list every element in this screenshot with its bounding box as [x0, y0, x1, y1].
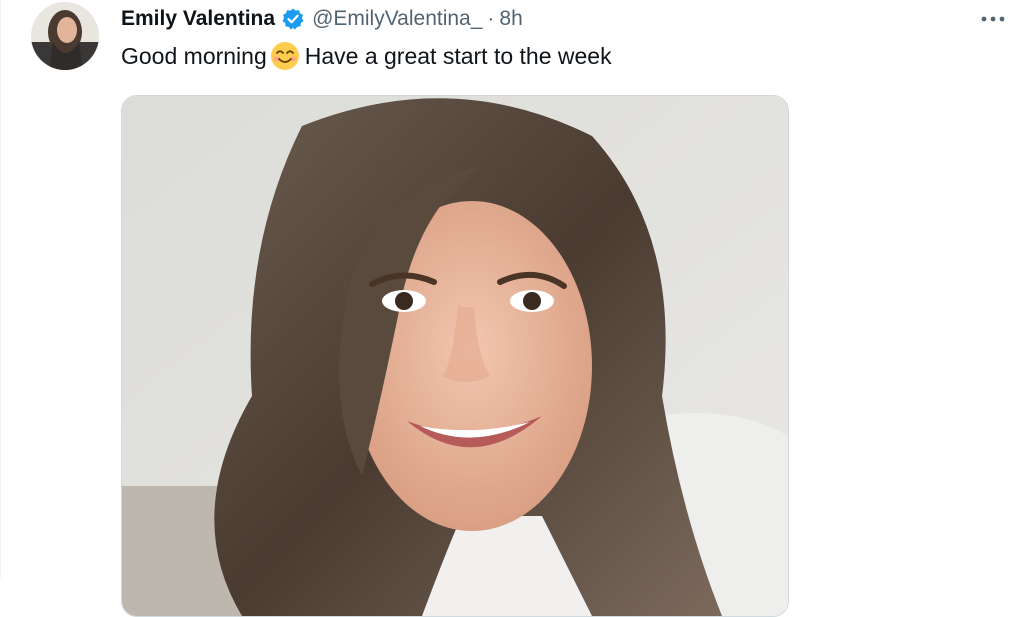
- tweet-photo[interactable]: [121, 95, 789, 617]
- author-name[interactable]: Emily Valentina: [121, 7, 275, 31]
- avatar[interactable]: [31, 2, 99, 70]
- separator-dot: ·: [487, 7, 495, 30]
- tweet-text: Good morning Have a great start to the w…: [121, 40, 612, 72]
- author-handle[interactable]: @EmilyValentina_: [312, 7, 482, 31]
- smiling-face-with-smiling-eyes-icon: [269, 40, 301, 72]
- tweet-text-part-1: Good morning: [121, 43, 267, 69]
- tweet-header: Emily Valentina @EmilyValentina_ · 8h: [121, 4, 523, 34]
- more-options-icon[interactable]: [977, 8, 1009, 30]
- verified-badge-icon[interactable]: [281, 7, 305, 31]
- timestamp[interactable]: 8h: [499, 7, 522, 31]
- tweet-text-part-2: Have a great start to the week: [304, 43, 612, 69]
- tweet-card[interactable]: Emily Valentina @EmilyValentina_ · 8h Go…: [0, 0, 1028, 617]
